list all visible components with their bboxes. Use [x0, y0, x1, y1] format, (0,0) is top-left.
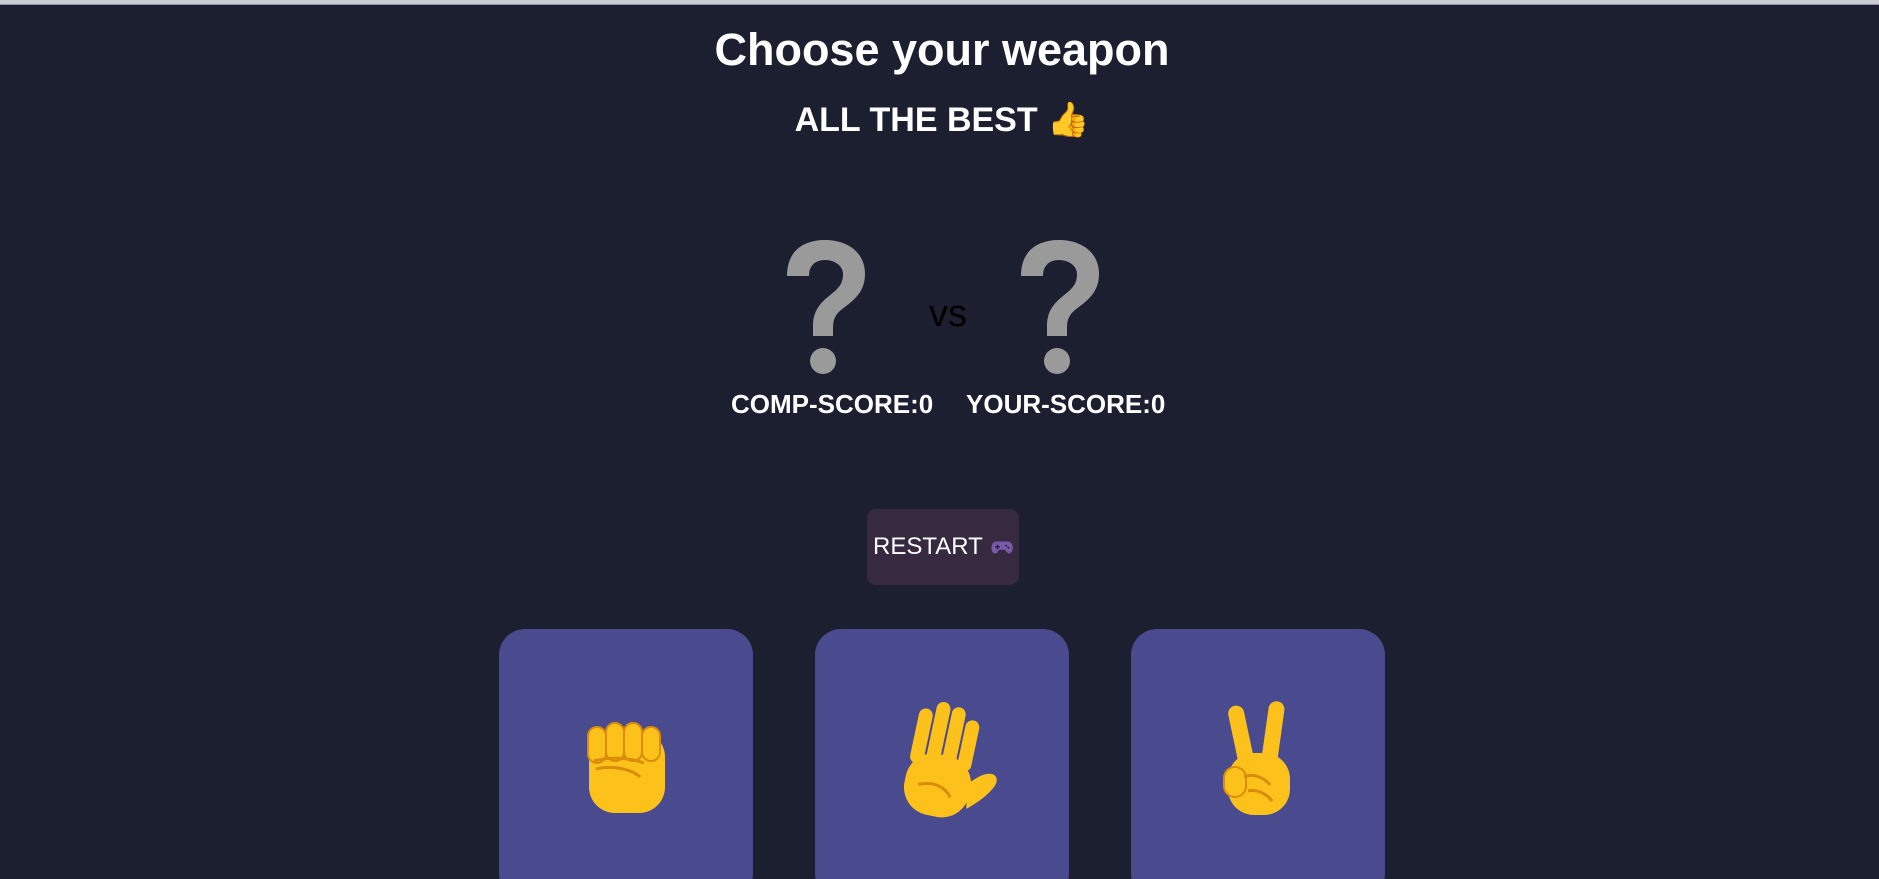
rock-button[interactable] [499, 629, 753, 879]
raised-hand-icon [903, 702, 997, 818]
browser-top-edge [0, 0, 1879, 5]
raised-fist-icon [587, 722, 665, 813]
restart-button-label: RESTART [873, 533, 983, 560]
restart-button[interactable]: RESTART [867, 509, 1019, 585]
game-page: Choose your weapon ALL THE BEST 👍 vs COM… [0, 0, 1879, 879]
user-score: YOUR-SCORE:0 [966, 389, 1166, 419]
page-title: Choose your weapon [714, 24, 1170, 75]
paper-button[interactable] [815, 629, 1069, 879]
page-subtitle: ALL THE BEST 👍 [794, 101, 1090, 139]
comp-choice-question-mark-icon [787, 240, 865, 374]
comp-score: COMP-SCORE:0 [731, 389, 934, 419]
victory-hand-icon [1223, 701, 1290, 815]
vs-label: vs [929, 293, 967, 335]
user-choice-question-mark-icon [1021, 240, 1099, 374]
gamepad-icon [991, 541, 1013, 554]
scissors-button[interactable] [1131, 629, 1385, 879]
